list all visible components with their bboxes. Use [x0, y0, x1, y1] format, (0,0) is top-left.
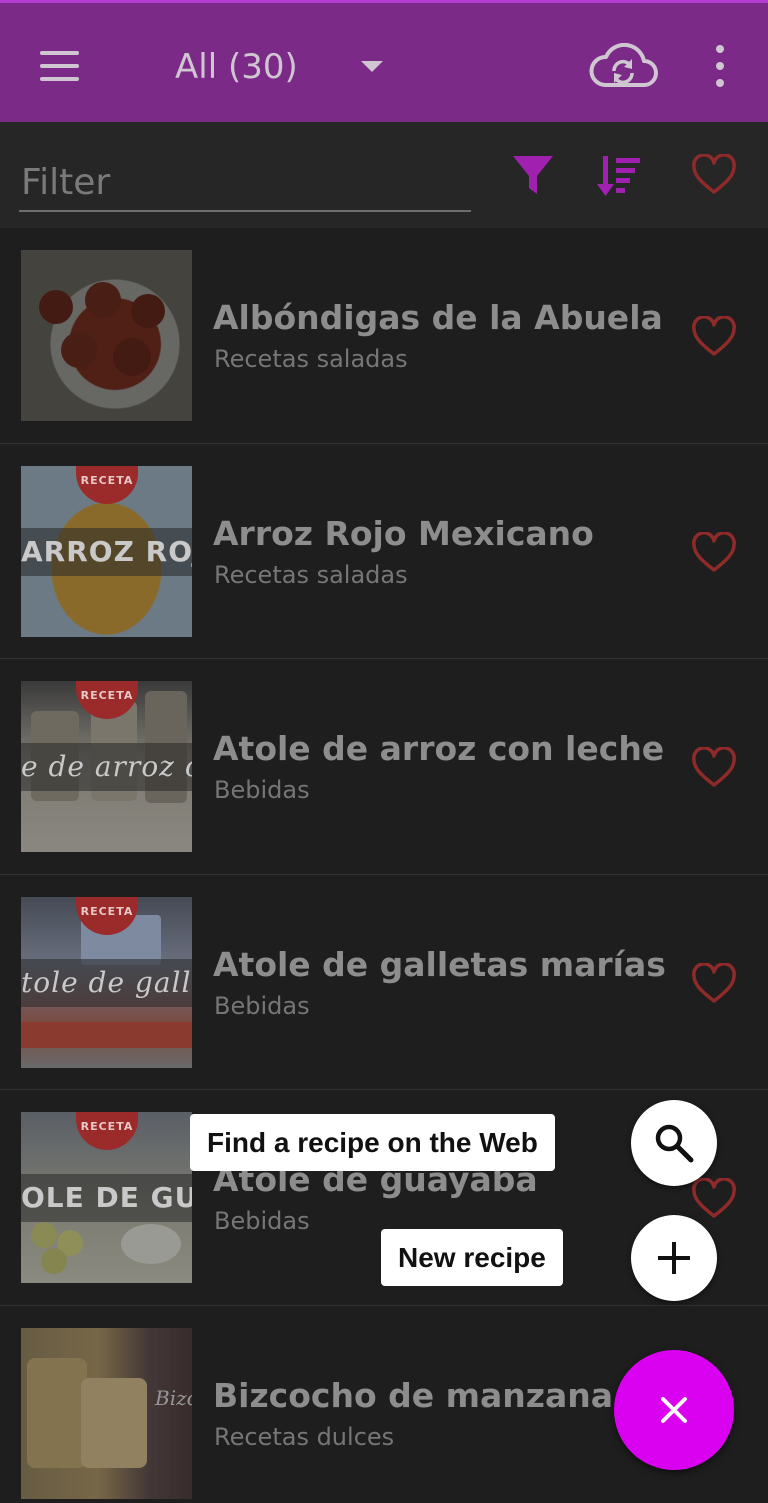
heart-icon[interactable] [691, 531, 737, 574]
recipe-title: Bizcocho de manzana [213, 1375, 613, 1415]
close-fab-button[interactable] [614, 1350, 734, 1470]
close-icon [661, 1397, 687, 1423]
favorites-heart-icon[interactable] [691, 154, 737, 196]
heart-icon[interactable] [691, 747, 737, 789]
thumbnail-caption: e de arroz con l [21, 743, 192, 791]
heart-icon[interactable] [691, 316, 737, 358]
recipe-badge: RECETA [76, 1112, 138, 1150]
heart-icon[interactable] [691, 962, 737, 1005]
thumbnail-caption: ARROZ ROJO [21, 527, 192, 576]
recipe-category: Recetas dulces [214, 1422, 395, 1451]
recipe-list: Albóndigas de la Abuela Recetas saladas … [0, 228, 768, 1503]
recipe-category: Bebidas [214, 776, 310, 804]
filter-bar [0, 122, 768, 228]
plus-icon [658, 1242, 690, 1274]
recipe-thumbnail: Bizc [21, 1327, 192, 1499]
recipe-title: Albóndigas de la Abuela [213, 298, 663, 337]
find-recipe-web-button[interactable] [631, 1100, 717, 1186]
recipe-thumbnail: e de arroz con l RECETA [21, 681, 192, 852]
recipe-row[interactable]: tole de galleta RECETA Atole de galletas… [0, 875, 768, 1090]
recipe-thumbnail: OLE DE GUAYA RECETA [21, 1112, 192, 1283]
thumbnail-caption: OLE DE GUAYA [21, 1174, 192, 1222]
app-bar: All (30) [0, 0, 768, 122]
recipe-category: Bebidas [214, 991, 310, 1020]
recipe-title: Atole de arroz con leche [213, 729, 665, 768]
filter-input[interactable] [19, 154, 471, 212]
dropdown-arrow-icon[interactable] [359, 58, 385, 74]
recipe-badge: RECETA [76, 465, 138, 504]
recipe-category: Recetas saladas [214, 345, 408, 373]
new-recipe-button[interactable] [631, 1215, 717, 1301]
collection-title[interactable]: All (30) [175, 43, 298, 91]
sort-icon[interactable] [596, 154, 642, 198]
menu-icon[interactable] [40, 51, 80, 81]
new-recipe-label[interactable]: New recipe [381, 1229, 563, 1286]
recipe-row[interactable]: Albóndigas de la Abuela Recetas saladas [0, 228, 768, 444]
recipe-row[interactable]: e de arroz con l RECETA Atole de arroz c… [0, 659, 768, 875]
thumbnail-caption: tole de galleta [21, 958, 192, 1007]
recipe-row[interactable]: ARROZ ROJO RECETA Arroz Rojo Mexicano Re… [0, 444, 768, 659]
recipe-title: Atole de galletas marías [213, 944, 666, 984]
cloud-sync-icon[interactable] [588, 43, 658, 91]
find-recipe-web-label[interactable]: Find a recipe on the Web [190, 1114, 555, 1171]
search-icon [655, 1124, 694, 1163]
more-vertical-icon[interactable] [710, 45, 730, 89]
heart-icon[interactable] [691, 1178, 737, 1220]
recipe-title: Arroz Rojo Mexicano [213, 513, 594, 553]
recipe-category: Bebidas [214, 1207, 310, 1235]
recipe-category: Recetas saladas [214, 560, 408, 589]
recipe-thumbnail: ARROZ ROJO RECETA [21, 465, 192, 637]
recipe-thumbnail [21, 250, 192, 421]
filter-icon[interactable] [510, 152, 556, 198]
recipe-thumbnail: tole de galleta RECETA [21, 896, 192, 1068]
